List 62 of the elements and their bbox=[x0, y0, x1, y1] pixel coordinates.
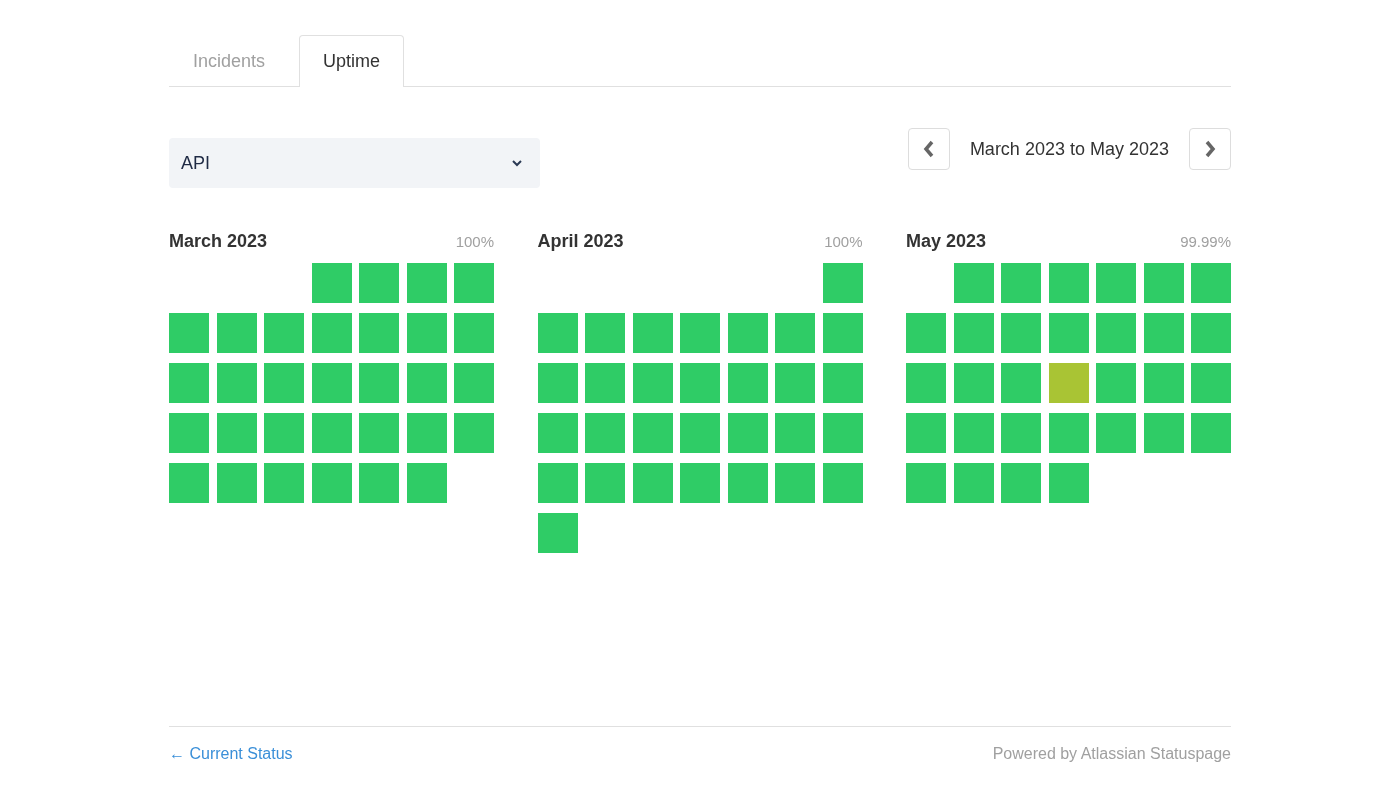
day-square[interactable] bbox=[311, 363, 352, 403]
day-square[interactable] bbox=[311, 313, 352, 353]
next-button[interactable] bbox=[1189, 128, 1231, 170]
day-square[interactable] bbox=[822, 363, 863, 403]
day-square[interactable] bbox=[727, 363, 768, 403]
day-square[interactable] bbox=[216, 413, 257, 453]
chevron-down-icon bbox=[512, 159, 522, 167]
day-square[interactable] bbox=[953, 263, 994, 303]
day-square[interactable] bbox=[537, 513, 578, 553]
day-square[interactable] bbox=[632, 463, 673, 503]
day-square[interactable] bbox=[1143, 313, 1184, 353]
day-square[interactable] bbox=[311, 263, 352, 303]
day-square[interactable] bbox=[311, 413, 352, 453]
day-square[interactable] bbox=[1048, 413, 1089, 453]
chevron-right-icon bbox=[1204, 140, 1216, 158]
day-square[interactable] bbox=[727, 463, 768, 503]
day-square[interactable] bbox=[1143, 263, 1184, 303]
current-status-link[interactable]: ← Current Status bbox=[169, 745, 293, 800]
uptime-percentage: 99.99% bbox=[1180, 233, 1231, 250]
powered-by-text: Powered by Atlassian Statuspage bbox=[992, 745, 1231, 764]
day-square[interactable] bbox=[822, 463, 863, 503]
day-square[interactable] bbox=[406, 413, 447, 453]
previous-button[interactable] bbox=[907, 128, 950, 170]
day-square[interactable] bbox=[727, 413, 768, 453]
day-square[interactable] bbox=[406, 313, 447, 353]
day-square[interactable] bbox=[216, 363, 257, 403]
chevron-left-icon bbox=[922, 140, 935, 158]
day-square[interactable] bbox=[953, 313, 994, 353]
day-square[interactable] bbox=[727, 313, 768, 353]
day-square[interactable] bbox=[1048, 363, 1089, 403]
day-square[interactable] bbox=[216, 463, 257, 503]
day-square[interactable] bbox=[1048, 313, 1089, 353]
date-range-label: March 2023 to May 2023 bbox=[969, 138, 1169, 160]
day-square[interactable] bbox=[822, 263, 863, 303]
month-title: March 2023 bbox=[169, 231, 268, 252]
day-square[interactable] bbox=[537, 313, 578, 353]
day-square[interactable] bbox=[1143, 363, 1184, 403]
day-square[interactable] bbox=[406, 263, 447, 303]
month-title: April 2023 bbox=[537, 231, 624, 252]
day-square[interactable] bbox=[216, 313, 257, 353]
tab[interactable]: Uptime bbox=[299, 35, 405, 87]
day-square[interactable] bbox=[406, 463, 447, 503]
day-square[interactable] bbox=[632, 363, 673, 403]
day-square[interactable] bbox=[953, 363, 994, 403]
day-square[interactable] bbox=[822, 313, 863, 353]
day-square[interactable] bbox=[1048, 263, 1089, 303]
day-square[interactable] bbox=[537, 363, 578, 403]
uptime-percentage: 100% bbox=[455, 233, 494, 250]
day-square[interactable] bbox=[311, 463, 352, 503]
uptime-percentage: 100% bbox=[824, 233, 863, 250]
day-square[interactable] bbox=[632, 313, 673, 353]
day-square[interactable] bbox=[822, 413, 863, 453]
day-square[interactable] bbox=[406, 363, 447, 403]
day-square[interactable] bbox=[1143, 413, 1184, 453]
day-square[interactable] bbox=[953, 463, 994, 503]
day-square[interactable] bbox=[537, 463, 578, 503]
day-square[interactable] bbox=[537, 413, 578, 453]
month-title: May 2023 bbox=[906, 231, 987, 252]
day-square[interactable] bbox=[1048, 463, 1089, 503]
day-square[interactable] bbox=[632, 413, 673, 453]
component-select[interactable]: API bbox=[169, 138, 540, 188]
day-square[interactable] bbox=[953, 413, 994, 453]
